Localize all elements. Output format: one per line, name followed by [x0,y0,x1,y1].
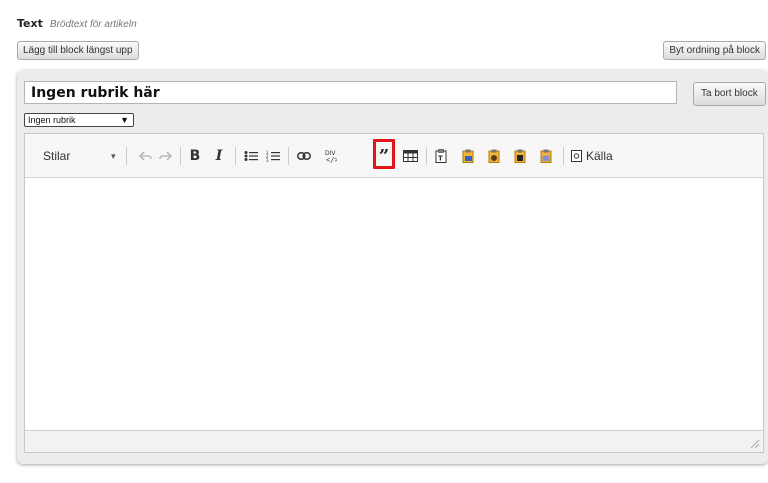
numbered-list-icon[interactable]: 123 [265,147,281,165]
styles-dropdown[interactable]: Stilar [43,147,113,165]
reorder-blocks-button[interactable]: Byt ordning på block [663,41,766,60]
field-description: Brödtext för artikeln [49,19,137,30]
editor-toolbar: Stilar ▾ B I 123 DIV </> ” T Källa [25,134,763,178]
resize-handle-icon[interactable] [750,439,760,449]
field-label: Text [17,17,43,30]
chevron-down-icon: ▼ [120,115,129,125]
link-icon[interactable] [295,147,313,165]
field-title: Text Brödtext för artikeln [17,17,137,30]
blockquote-highlight [373,139,395,169]
rich-text-editor: Stilar ▾ B I 123 DIV </> ” T Källa [24,133,764,453]
heading-level-value: Ingen rubrik [28,115,76,125]
svg-text:</>: </> [326,156,337,163]
bulleted-list-icon[interactable] [243,147,259,165]
table-icon[interactable] [402,147,418,165]
source-icon [571,150,582,162]
paste-word-icon[interactable] [461,147,475,165]
remove-block-button[interactable]: Ta bort block [693,82,766,106]
paste-text-icon[interactable]: T [434,147,448,165]
toolbar-separator [288,147,289,165]
div-icon[interactable]: DIV </> [323,147,339,165]
editor-content-area[interactable] [25,178,763,431]
toolbar-separator [563,147,564,165]
source-button[interactable]: Källa [571,147,631,165]
toolbar-separator [126,147,127,165]
styles-label: Stilar [43,149,71,163]
redo-icon[interactable] [157,147,173,165]
text-block: Ta bort block Ingen rubrik ▼ Stilar ▾ B … [17,70,768,464]
chevron-down-icon[interactable]: ▾ [111,147,116,165]
svg-text:T: T [438,155,443,163]
toolbar-separator [180,147,181,165]
toolbar-separator [426,147,427,165]
heading-level-select[interactable]: Ingen rubrik ▼ [24,113,134,127]
undo-icon[interactable] [137,147,153,165]
toolbar-separator [235,147,236,165]
svg-text:3: 3 [266,158,269,162]
source-label: Källa [586,149,613,163]
block-heading-input[interactable] [24,81,677,104]
special-icon[interactable] [539,147,553,165]
editor-status-bar [25,430,763,452]
flash-icon[interactable] [513,147,527,165]
image-icon[interactable] [487,147,501,165]
italic-icon[interactable]: I [212,147,226,165]
add-block-top-button[interactable]: Lägg till block längst upp [17,41,139,60]
bold-icon[interactable]: B [188,147,202,165]
